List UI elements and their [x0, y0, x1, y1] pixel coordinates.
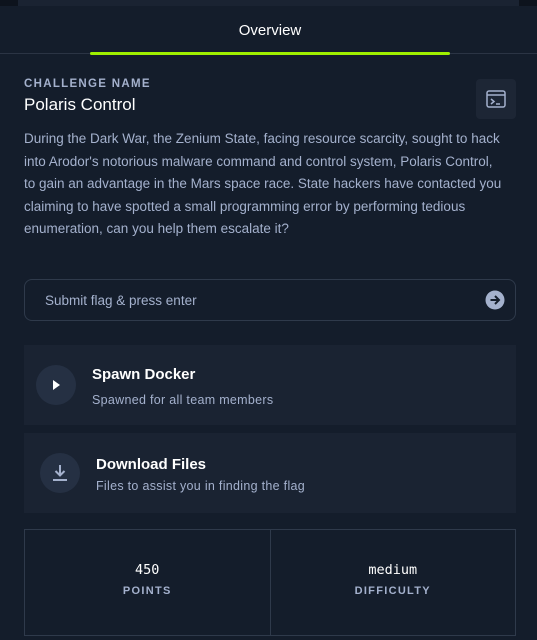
download-icon — [53, 465, 67, 481]
flag-input-container — [24, 279, 516, 321]
difficulty-label: DIFFICULTY — [354, 585, 431, 597]
arrow-right-circle-icon[interactable] — [485, 290, 505, 310]
spawn-docker-title: Spawn Docker — [92, 366, 196, 383]
download-files-button[interactable] — [40, 453, 80, 493]
download-files-card[interactable]: Download Files Files to assist you in fi… — [24, 433, 516, 513]
points-label: POINTS — [122, 585, 172, 597]
tab-overview-label: Overview — [238, 22, 302, 39]
points-stat: 450 POINTS — [25, 530, 270, 635]
terminal-icon — [486, 90, 506, 108]
download-files-subtitle: Files to assist you in finding the flag — [96, 479, 306, 493]
difficulty-stat: medium DIFFICULTY — [269, 530, 516, 635]
active-tab-indicator — [90, 52, 450, 55]
challenge-title: Polaris Control — [24, 95, 136, 114]
difficulty-value: medium — [368, 562, 418, 578]
spawn-docker-subtitle: Spawned for all team members — [92, 393, 274, 407]
spawn-docker-button[interactable] — [36, 365, 76, 405]
download-files-title: Download Files — [96, 456, 207, 473]
flag-input[interactable] — [25, 280, 465, 320]
tab-bar: Overview — [0, 6, 537, 55]
terminal-button[interactable] — [476, 79, 516, 119]
spawn-docker-card[interactable]: Spawn Docker Spawned for all team member… — [24, 345, 516, 425]
challenge-description: During the Dark War, the Zenium State, f… — [24, 131, 502, 236]
challenge-name-label: CHALLENGE NAME — [24, 78, 151, 90]
points-value: 450 — [135, 562, 160, 578]
tab-overview[interactable]: Overview — [90, 6, 450, 55]
play-icon — [53, 380, 60, 390]
stats-panel: 450 POINTS medium DIFFICULTY — [24, 529, 516, 636]
